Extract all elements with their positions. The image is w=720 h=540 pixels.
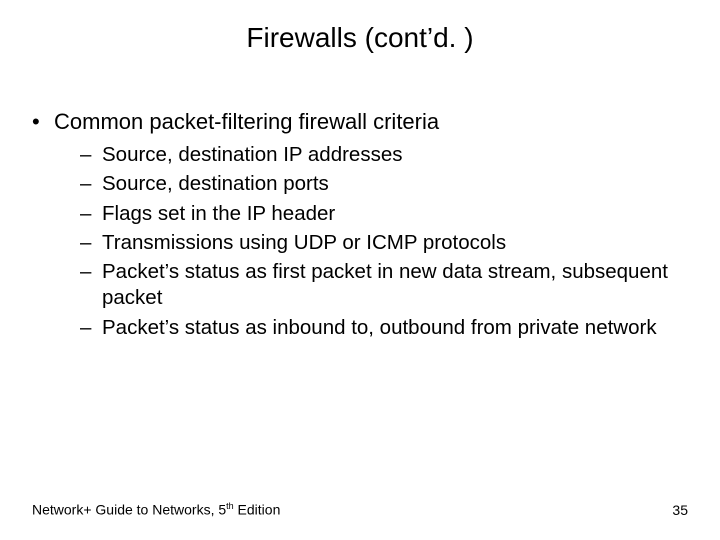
sub-bullet: Flags set in the IP header [80,201,688,227]
slide-title: Firewalls (cont’d. ) [0,0,720,54]
sub-bullet: Packet’s status as inbound to, outbound … [80,315,688,341]
sub-bullet-text: Source, destination ports [102,172,329,195]
slide: Firewalls (cont’d. ) Common packet-filte… [0,0,720,540]
sub-bullet-text: Packet’s status as inbound to, outbound … [102,316,657,339]
sub-bullet-text: Packet’s status as first packet in new d… [102,260,668,309]
bullet-main: Common packet-filtering firewall criteri… [32,108,688,341]
sub-bullet-text: Flags set in the IP header [102,202,335,225]
footer-part2: Edition [234,502,281,518]
sub-bullet-text: Transmissions using UDP or ICMP protocol… [102,231,506,254]
sub-bullet: Packet’s status as first packet in new d… [80,259,688,311]
bullet-main-text: Common packet-filtering firewall criteri… [54,109,439,134]
sub-bullet: Source, destination ports [80,171,688,197]
sub-bullet-text: Source, destination IP addresses [102,143,402,166]
page-number: 35 [672,502,688,518]
footer-sup: th [226,501,234,511]
footer-source: Network+ Guide to Networks, 5th Edition [32,501,280,518]
sub-bullet: Transmissions using UDP or ICMP protocol… [80,230,688,256]
sub-bullet: Source, destination IP addresses [80,142,688,168]
slide-body: Common packet-filtering firewall criteri… [32,108,688,345]
footer-part1: Network+ Guide to Networks, 5 [32,502,226,518]
